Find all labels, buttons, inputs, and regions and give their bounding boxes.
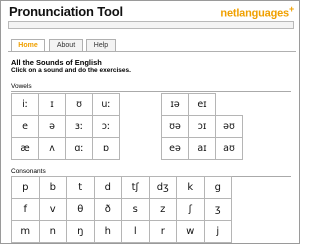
sound-button[interactable]: l [121, 220, 150, 243]
sound-button[interactable]: aʊ [215, 137, 243, 160]
sound-button[interactable]: g [203, 176, 232, 199]
instruction-text: Click on a sound and do the exercises. [11, 67, 131, 74]
sound-button[interactable]: e [11, 115, 39, 138]
sound-button[interactable]: ʌ [38, 137, 66, 160]
sound-button[interactable]: ɑː [65, 137, 93, 160]
sound-button[interactable]: ʊ [65, 93, 93, 116]
sound-button[interactable]: k [176, 176, 205, 199]
sound-button[interactable]: d [93, 176, 122, 199]
vowel-row: eə aɪ aʊ [161, 137, 243, 160]
sound-button[interactable]: s [121, 198, 150, 221]
sound-button[interactable]: əʊ [215, 115, 243, 138]
sound-button[interactable]: ð [93, 198, 122, 221]
sound-button[interactable]: p [11, 176, 40, 199]
brand-name: netlanguages [220, 7, 289, 20]
app-window: Pronunciation Tool netlanguages+ Home Ab… [0, 0, 300, 244]
sound-button[interactable]: eɪ [188, 93, 216, 116]
sound-button[interactable]: θ [66, 198, 95, 221]
sound-button[interactable]: ɔɪ [188, 115, 216, 138]
consonant-row: f v θ ð s z ʃ ʒ [11, 198, 232, 221]
sound-button[interactable]: f [11, 198, 40, 221]
sound-button[interactable]: æ [11, 137, 39, 160]
sound-button[interactable]: h [93, 220, 122, 243]
tab-divider [8, 51, 296, 52]
sound-button[interactable]: ɪ [38, 93, 66, 116]
sound-button[interactable]: ɜː [65, 115, 93, 138]
consonant-row: p b t d tʃ dʒ k g [11, 176, 232, 199]
sound-button[interactable]: dʒ [148, 176, 177, 199]
sound-button[interactable]: ʃ [176, 198, 205, 221]
brand-logo: netlanguages+ [220, 4, 294, 20]
vowels-label: Vowels [11, 83, 32, 90]
sound-button[interactable]: n [38, 220, 67, 243]
sound-button[interactable]: eə [161, 137, 189, 160]
sound-button[interactable]: ə [38, 115, 66, 138]
sound-button[interactable]: j [203, 220, 232, 243]
sound-button[interactable]: aɪ [188, 137, 216, 160]
sound-button[interactable]: ʒ [203, 198, 232, 221]
sound-button[interactable]: w [176, 220, 205, 243]
sound-button[interactable]: v [38, 198, 67, 221]
sound-button[interactable]: r [148, 220, 177, 243]
sound-button[interactable]: ɒ [92, 137, 120, 160]
header: Pronunciation Tool netlanguages+ [2, 2, 300, 20]
sound-button[interactable]: m [11, 220, 40, 243]
app-title: Pronunciation Tool [9, 4, 123, 19]
sound-button[interactable]: t [66, 176, 95, 199]
top-bar [8, 21, 294, 29]
sound-button[interactable]: uː [92, 93, 120, 116]
vowel-row: e ə ɜː ɔː [11, 115, 120, 138]
vowel-row: ʊə ɔɪ əʊ [161, 115, 243, 138]
vowel-row: æ ʌ ɑː ɒ [11, 137, 120, 160]
vowel-row: iː ɪ ʊ uː [11, 93, 120, 116]
brand-mark: + [288, 4, 294, 14]
sound-button[interactable]: z [148, 198, 177, 221]
sound-button[interactable]: ŋ [66, 220, 95, 243]
tab-help[interactable]: Help [86, 39, 116, 51]
monophthong-grid: iː ɪ ʊ uː e ə ɜː ɔː æ ʌ ɑː ɒ [11, 93, 120, 160]
sound-button[interactable]: ʊə [161, 115, 189, 138]
sound-button[interactable]: ɪə [161, 93, 189, 116]
diphthong-grid: ɪə eɪ ʊə ɔɪ əʊ eə aɪ aʊ [161, 93, 243, 160]
vowels-divider [11, 91, 291, 92]
sound-button[interactable]: iː [11, 93, 39, 116]
sound-button[interactable]: ɔː [92, 115, 120, 138]
consonant-row: m n ŋ h l r w j [11, 220, 232, 243]
sound-button[interactable]: b [38, 176, 67, 199]
consonants-label: Consonants [11, 168, 46, 175]
page-heading: All the Sounds of English [11, 58, 102, 67]
tab-about[interactable]: About [49, 39, 83, 51]
vowel-row: ɪə eɪ [161, 93, 243, 116]
empty-cell [215, 93, 243, 116]
consonant-grid: p b t d tʃ dʒ k g f v θ ð s z ʃ ʒ m n ŋ … [11, 176, 232, 243]
sound-button[interactable]: tʃ [121, 176, 150, 199]
